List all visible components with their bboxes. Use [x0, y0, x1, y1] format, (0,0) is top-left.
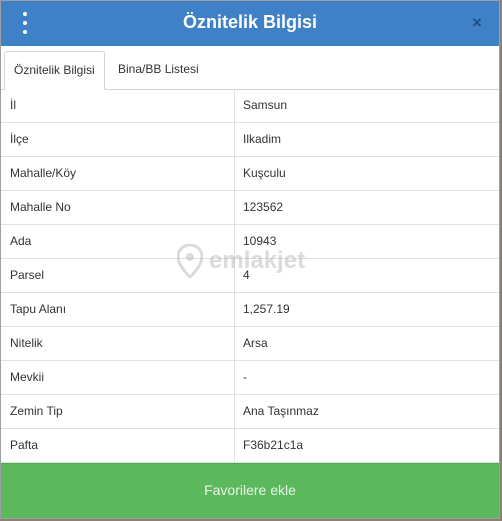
row-value: Kuşculu	[243, 166, 286, 180]
add-to-favorites-button[interactable]: Favorilere ekle	[1, 463, 499, 518]
row-label: İlçe	[1, 123, 235, 156]
row-value: F36b21c1a	[243, 438, 304, 452]
tab-bar: Öznitelik Bilgisi Bina/BB Listesi	[1, 46, 499, 90]
row-label: Ada	[1, 225, 235, 258]
row-value: Ana Taşınmaz	[243, 404, 319, 418]
dialog-title: Öznitelik Bilgisi	[182, 12, 318, 32]
row-label: Tapu Alanı	[1, 293, 235, 326]
row-value: -	[243, 370, 247, 384]
table-row: Nitelik Arsa	[1, 327, 499, 361]
row-label: Nitelik	[1, 327, 235, 360]
row-label: Zemin Tip	[1, 395, 235, 428]
table-row: Mevkii -	[1, 361, 499, 395]
row-label: Mahalle/Köy	[1, 157, 235, 190]
row-label: İl	[1, 89, 235, 122]
row-label: Mevkii	[1, 361, 235, 394]
row-value: 4	[243, 268, 250, 282]
row-value: Ilkadim	[243, 132, 282, 146]
tab-building-list[interactable]: Bina/BB Listesi	[109, 51, 208, 88]
kebab-menu-icon[interactable]	[18, 12, 32, 34]
row-label: Pafta	[1, 429, 235, 462]
table-row: İlçe Ilkadim	[1, 123, 499, 157]
table-row: Zemin Tip Ana Taşınmaz	[1, 395, 499, 429]
table-row: Pafta F36b21c1a	[1, 429, 499, 463]
attribute-info-dialog: Öznitelik Bilgisi × Öznitelik Bilgisi Bi…	[0, 0, 500, 519]
table-row: Ada 10943	[1, 225, 499, 259]
row-value: Samsun	[243, 98, 288, 112]
close-icon[interactable]: ×	[469, 13, 485, 33]
table-row: Mahalle No 123562	[1, 191, 499, 225]
tab-attribute-info[interactable]: Öznitelik Bilgisi	[4, 51, 105, 90]
row-label: Parsel	[1, 259, 235, 292]
row-value: 123562	[243, 200, 284, 214]
table-row: Parsel 4	[1, 259, 499, 293]
dialog-header: Öznitelik Bilgisi ×	[1, 1, 499, 46]
row-value: 1,257.19	[243, 302, 290, 316]
row-label: Mahalle No	[1, 191, 235, 224]
row-value: Arsa	[243, 336, 268, 350]
table-row: Mahalle/Köy Kuşculu	[1, 157, 499, 191]
attribute-table: İl Samsun İlçe Ilkadim Mahalle/Köy Kuşcu…	[1, 89, 499, 463]
table-row: İl Samsun	[1, 89, 499, 123]
table-row: Tapu Alanı 1,257.19	[1, 293, 499, 327]
row-value: 10943	[243, 234, 277, 248]
